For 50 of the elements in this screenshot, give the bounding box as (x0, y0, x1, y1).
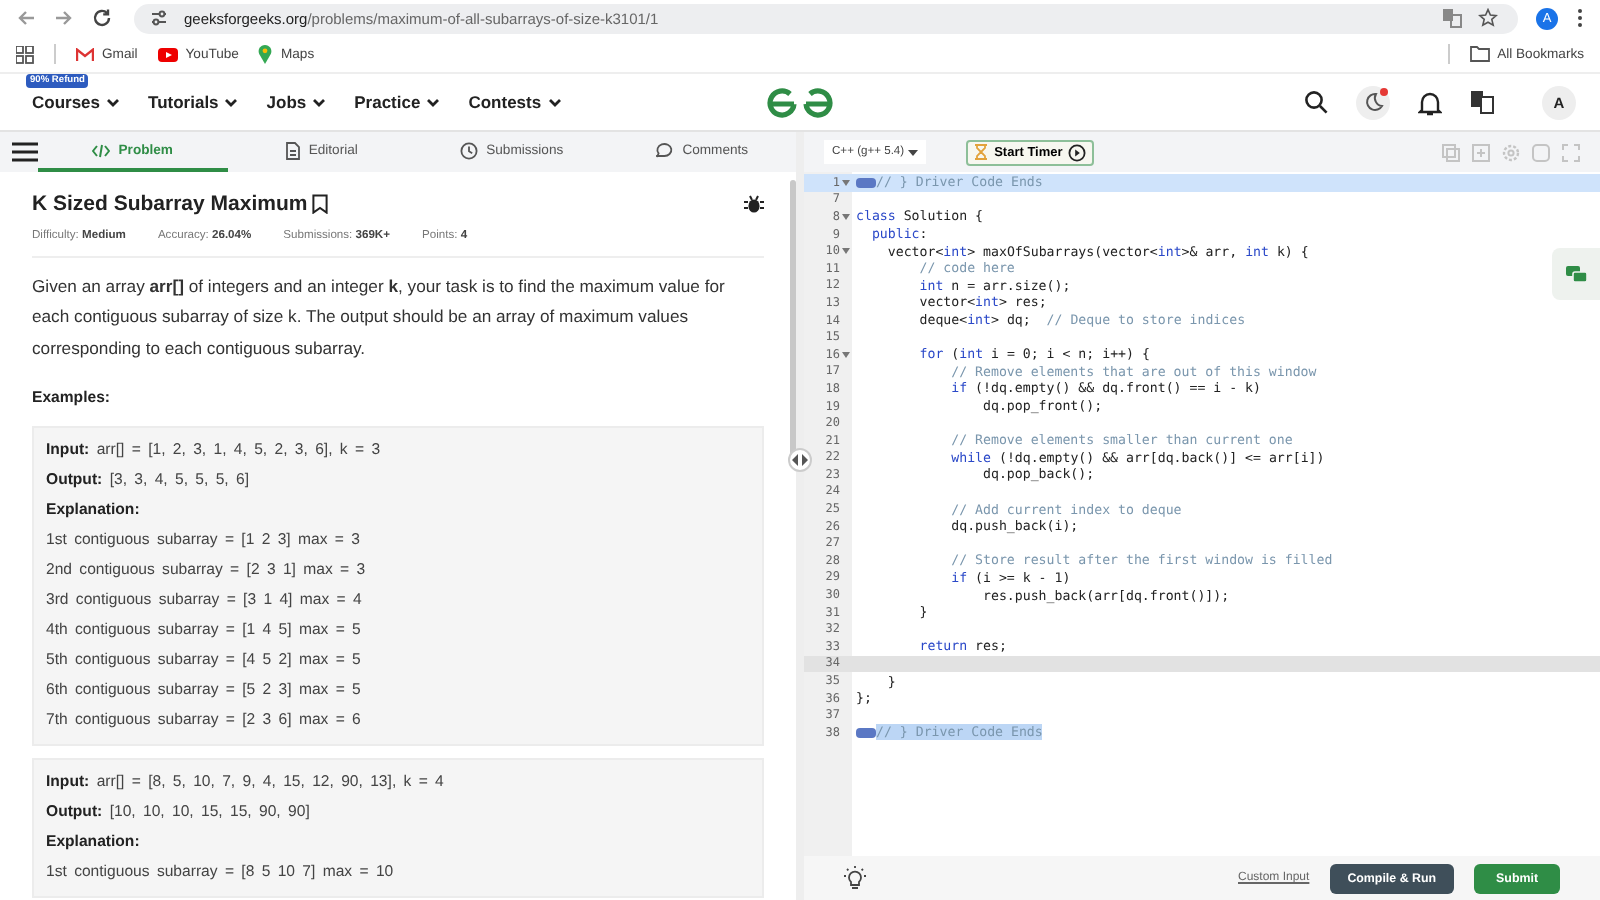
folded-code-marker[interactable] (856, 177, 876, 188)
problem-title: K Sized Subarray Maximum (32, 192, 308, 216)
problem-description: Given an array arr[] of integers and an integer k, your task is to find the maximum value for each contiguous subarray of size k. The output should be an array of maximum values corresponding to each contiguous subarray. (32, 274, 727, 362)
nav-menu[interactable]: Practice (354, 92, 441, 112)
fold-caret-icon[interactable] (842, 213, 850, 220)
lightbulb-icon[interactable] (844, 866, 866, 890)
speech-bubble-icon (654, 142, 675, 158)
search-icon[interactable] (1304, 90, 1328, 114)
chevron-down-icon (426, 97, 441, 107)
back-icon[interactable] (16, 8, 36, 28)
star-icon[interactable] (1478, 8, 1498, 28)
reload-icon[interactable] (92, 8, 112, 28)
bookmark-icon[interactable] (311, 194, 328, 214)
code-icon (92, 143, 111, 157)
more-icon[interactable] (1576, 8, 1584, 28)
envelope-icon (76, 47, 94, 61)
chevron-down-icon (547, 97, 562, 107)
fold-caret-icon[interactable] (842, 351, 850, 358)
moon-icon (1363, 92, 1383, 112)
translate-icon[interactable] (1470, 90, 1494, 114)
apps-grid-icon[interactable] (16, 45, 34, 63)
nav-menu[interactable]: Jobs (266, 92, 327, 112)
chevron-down-icon (224, 97, 239, 107)
dark-mode-toggle[interactable] (1356, 85, 1390, 119)
nav-menu[interactable]: Tutorials (148, 92, 239, 112)
resize-handle[interactable] (788, 448, 812, 472)
play-circle-icon (1068, 143, 1087, 161)
site-settings-icon (150, 10, 168, 26)
resize-arrows-icon (792, 454, 808, 466)
menu-icon[interactable] (12, 142, 38, 162)
fold-caret-icon[interactable] (842, 248, 850, 255)
fold-caret-icon[interactable] (842, 179, 850, 186)
caret-icon (908, 149, 919, 155)
nav-menu[interactable]: Contests (468, 92, 562, 112)
play-icon (157, 47, 178, 61)
document-icon (286, 141, 301, 159)
map-pin-icon (258, 44, 273, 64)
folded-code-marker[interactable] (856, 727, 876, 738)
forward-icon[interactable] (54, 8, 74, 28)
folder-icon (1469, 46, 1490, 62)
clock-icon (460, 141, 479, 159)
chevron-down-icon (312, 97, 327, 107)
chat-button[interactable] (1552, 248, 1600, 300)
nav-menu[interactable]: Courses (32, 92, 121, 112)
chevron-down-icon (106, 97, 121, 107)
logo-icon[interactable] (766, 86, 834, 118)
bug-icon[interactable] (744, 194, 764, 214)
hourglass-icon (974, 144, 989, 160)
bell-icon[interactable] (1418, 89, 1442, 115)
chat-bubbles-icon (1565, 265, 1587, 283)
